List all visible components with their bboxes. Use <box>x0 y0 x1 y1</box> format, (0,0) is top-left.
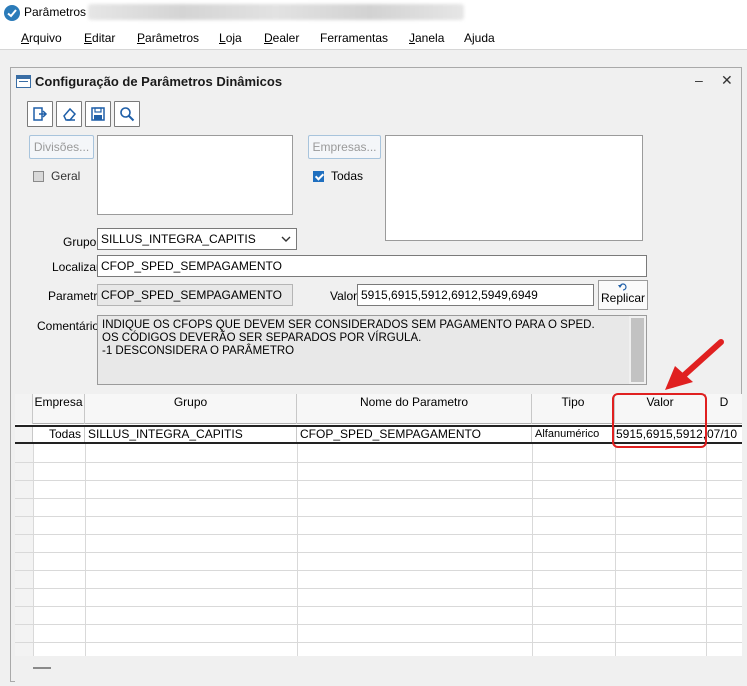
grid-col-line <box>615 444 616 656</box>
comentario-line-3: -1 DESCONSIDERA O PARÂMETRO <box>102 345 295 357</box>
grupo-label: Grupo <box>63 235 97 249</box>
cell-empresa[interactable]: Todas <box>33 427 85 442</box>
search-icon <box>120 107 135 122</box>
menu-janela[interactable]: Janela <box>409 31 444 45</box>
comentario-line-2: OS CÓDIGOS DEVERÃO SER SEPARADOS POR VÍR… <box>102 332 422 344</box>
table-icon <box>16 75 31 88</box>
grid-bottom-bar <box>15 656 742 682</box>
geral-checkbox[interactable] <box>33 171 44 182</box>
row-header <box>15 427 33 442</box>
cell-nome[interactable]: CFOP_SPED_SEMPAGAMENTO <box>297 427 532 442</box>
todas-checkbox[interactable] <box>313 171 324 182</box>
grid-line <box>15 516 742 517</box>
grid-col-line <box>85 444 86 656</box>
menu-dealer[interactable]: Dealer <box>264 31 299 45</box>
cell-tipo[interactable]: Alfanumérico <box>532 427 615 442</box>
grid-col-line <box>297 444 298 656</box>
divisoes-button[interactable]: Divisões... <box>29 135 94 159</box>
app-title: Parâmetros <box>24 5 87 19</box>
valor-input[interactable]: 5915,6915,5912,6912,5949,6949 <box>357 284 594 306</box>
menu-ferramentas[interactable]: Ferramentas <box>320 31 388 45</box>
replicar-button[interactable]: Replicar <box>598 280 648 310</box>
col-d[interactable]: D <box>706 394 742 424</box>
comentarios-scrollbar[interactable] <box>629 316 646 384</box>
grid-line <box>15 534 742 535</box>
localizar-input[interactable]: CFOP_SPED_SEMPAGAMENTO <box>97 255 647 277</box>
search-button[interactable] <box>114 101 140 127</box>
app-title-bar: Parâmetros <box>0 0 747 26</box>
grid-line <box>15 624 742 625</box>
grid-line <box>15 570 742 571</box>
menu-editar[interactable]: Editar <box>84 31 115 45</box>
splitter-handle[interactable] <box>33 667 51 669</box>
cell-data[interactable]: 07/10 <box>706 427 742 442</box>
divisoes-list[interactable] <box>97 135 293 215</box>
grid-col-line <box>33 444 34 656</box>
parametro-label: Parametro <box>48 289 105 303</box>
localizar-label: Localizar <box>52 260 101 274</box>
minimize-button[interactable]: – <box>695 72 703 88</box>
save-button[interactable] <box>85 101 111 127</box>
exit-icon <box>33 107 48 121</box>
grid-line <box>15 462 742 463</box>
col-nome-parametro[interactable]: Nome do Parametro <box>297 394 532 424</box>
comentario-line-1: INDIQUE OS CFOPS QUE DEVEM SER CONSIDERA… <box>102 319 595 331</box>
col-empresa[interactable]: Empresa <box>33 394 85 424</box>
grid-col-line <box>532 444 533 656</box>
comentarios-textarea[interactable]: INDIQUE OS CFOPS QUE DEVEM SER CONSIDERA… <box>97 315 647 385</box>
red-arrow-icon <box>665 339 724 390</box>
eraser-icon <box>63 107 77 121</box>
cell-grupo[interactable]: SILLUS_INTEGRA_CAPITIS <box>85 427 297 442</box>
menu-loja[interactable]: Loja <box>219 31 242 45</box>
grid-line <box>15 642 742 643</box>
grupo-value: SILLUS_INTEGRA_CAPITIS <box>101 232 256 246</box>
chevron-down-icon <box>281 236 291 242</box>
grupo-select[interactable]: SILLUS_INTEGRA_CAPITIS <box>97 228 297 250</box>
empresas-button[interactable]: Empresas... <box>308 135 381 159</box>
menu-ajuda[interactable]: Ajuda <box>464 31 495 45</box>
grid-line <box>15 588 742 589</box>
exit-button[interactable] <box>27 101 53 127</box>
col-tipo[interactable]: Tipo <box>532 394 615 424</box>
menu-bar: Arquivo Editar Parâmetros Loja Dealer Fe… <box>0 26 747 50</box>
close-button[interactable]: ✕ <box>721 72 733 89</box>
geral-label: Geral <box>51 169 81 183</box>
todas-label: Todas <box>331 169 364 183</box>
menu-arquivo[interactable]: Arquivo <box>21 31 62 45</box>
valor-label: Valor <box>330 289 358 303</box>
replicar-label: Replicar <box>600 291 645 305</box>
highlight-box <box>612 393 707 448</box>
app-logo-icon <box>4 5 20 21</box>
parametro-field: CFOP_SPED_SEMPAGAMENTO <box>97 284 293 306</box>
blurred-title-info <box>88 4 464 20</box>
undo-icon <box>618 283 627 291</box>
grid-line <box>15 552 742 553</box>
save-icon <box>91 107 105 121</box>
scrollbar-thumb[interactable] <box>631 318 644 382</box>
comentarios-label: Comentários <box>37 319 106 333</box>
grid-line <box>15 606 742 607</box>
menu-parametros[interactable]: Parâmetros <box>137 31 199 45</box>
row-header-corner <box>15 394 33 424</box>
window-title: Configuração de Parâmetros Dinâmicos <box>35 74 283 89</box>
grid-line <box>15 498 742 499</box>
col-grupo[interactable]: Grupo <box>85 394 297 424</box>
config-window: Configuração de Parâmetros Dinâmicos – ✕… <box>10 67 742 682</box>
grid-col-line <box>706 444 707 656</box>
empresas-list[interactable] <box>385 135 643 241</box>
clear-button[interactable] <box>56 101 82 127</box>
grid-line <box>15 480 742 481</box>
